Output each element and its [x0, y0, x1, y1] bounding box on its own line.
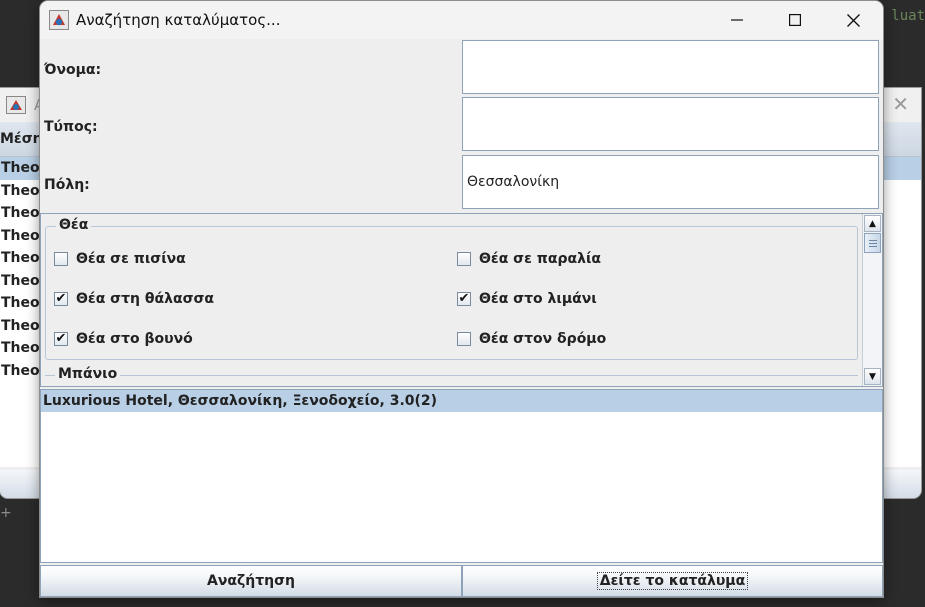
name-label: Όνομα:: [44, 62, 102, 78]
result-item[interactable]: Luxurious Hotel, Θεσσαλονίκη, Ξενοδοχείο…: [41, 390, 882, 412]
background-plus-glyph: +: [0, 505, 12, 521]
scroll-down-button[interactable]: ▼: [864, 368, 881, 385]
window-title: Αναζήτηση καταλύματος...: [76, 11, 281, 29]
city-input[interactable]: [462, 155, 879, 209]
maximize-icon: [789, 14, 801, 26]
java-app-icon: [6, 96, 26, 114]
view-option-checkbox[interactable]: Θέα σε παραλία: [457, 251, 601, 267]
checkbox-box[interactable]: [457, 332, 471, 346]
view-option-checkbox[interactable]: Θέα σε πισίνα: [54, 251, 186, 267]
checkbox-box[interactable]: [54, 252, 68, 266]
scroll-thumb[interactable]: [864, 233, 881, 253]
checkbox-box[interactable]: ✔: [54, 332, 68, 346]
close-button[interactable]: [824, 1, 882, 39]
view-option-label: Θέα σε πισίνα: [76, 251, 186, 267]
view-group-title: Θέα: [56, 217, 92, 233]
view-option-checkbox[interactable]: ✔ Θέα στο λιμάνι: [457, 291, 597, 307]
view-option-checkbox[interactable]: ✔ Θέα στη θάλασσα: [54, 291, 214, 307]
background-close-icon[interactable]: ✕: [892, 92, 909, 116]
view-button-label: Δείτε το κατάλυμα: [596, 572, 749, 590]
background-code-text: luat: [891, 8, 925, 24]
scroll-up-button[interactable]: ▲: [864, 215, 881, 232]
view-filter-group: Θέα Θέα σε πισίνα Θέα σε παραλία ✔ Θέα σ…: [45, 217, 858, 360]
view-option-label: Θέα σε παραλία: [479, 251, 602, 267]
type-label: Τύπος:: [44, 119, 98, 135]
view-option-label: Θέα στο λιμάνι: [479, 291, 597, 307]
view-option-label: Θέα στο βουνό: [76, 331, 193, 347]
titlebar: Αναζήτηση καταλύματος...: [40, 1, 883, 39]
minimize-icon: [731, 19, 743, 21]
checkbox-box[interactable]: ✔: [457, 292, 471, 306]
filters-scroll-pane[interactable]: Θέα Θέα σε πισίνα Θέα σε παραλία ✔ Θέα σ…: [40, 213, 883, 387]
view-accommodation-button[interactable]: Δείτε το κατάλυμα: [462, 565, 883, 597]
bath-group-title: Μπάνιο: [55, 366, 121, 382]
checkbox-box[interactable]: [457, 252, 471, 266]
arrow-up-icon: ▲: [869, 218, 876, 229]
bath-group-border: [45, 375, 858, 376]
view-option-checkbox[interactable]: ✔ Θέα στο βουνό: [54, 331, 193, 347]
view-option-label: Θέα στη θάλασσα: [76, 291, 215, 307]
search-button-label: Αναζήτηση: [207, 573, 295, 589]
arrow-down-icon: ▼: [869, 371, 876, 382]
java-app-icon: [49, 10, 69, 30]
minimize-button[interactable]: [708, 1, 766, 39]
view-option-checkbox[interactable]: Θέα στον δρόμο: [457, 331, 606, 347]
vertical-scrollbar[interactable]: ▲ ▼: [862, 214, 882, 386]
search-dialog: Αναζήτηση καταλύματος... Όνομα: Τύπος: Π…: [40, 1, 883, 597]
city-label: Πόλη:: [44, 177, 90, 193]
name-input[interactable]: [462, 40, 879, 94]
view-option-label: Θέα στον δρόμο: [479, 331, 607, 347]
results-list[interactable]: Luxurious Hotel, Θεσσαλονίκη, Ξενοδοχείο…: [40, 389, 883, 563]
type-input[interactable]: [462, 97, 879, 151]
close-icon: [846, 13, 860, 27]
checkbox-box[interactable]: ✔: [54, 292, 68, 306]
background-column-header: Μέση: [0, 131, 43, 147]
search-button[interactable]: Αναζήτηση: [40, 565, 462, 597]
maximize-button[interactable]: [766, 1, 824, 39]
